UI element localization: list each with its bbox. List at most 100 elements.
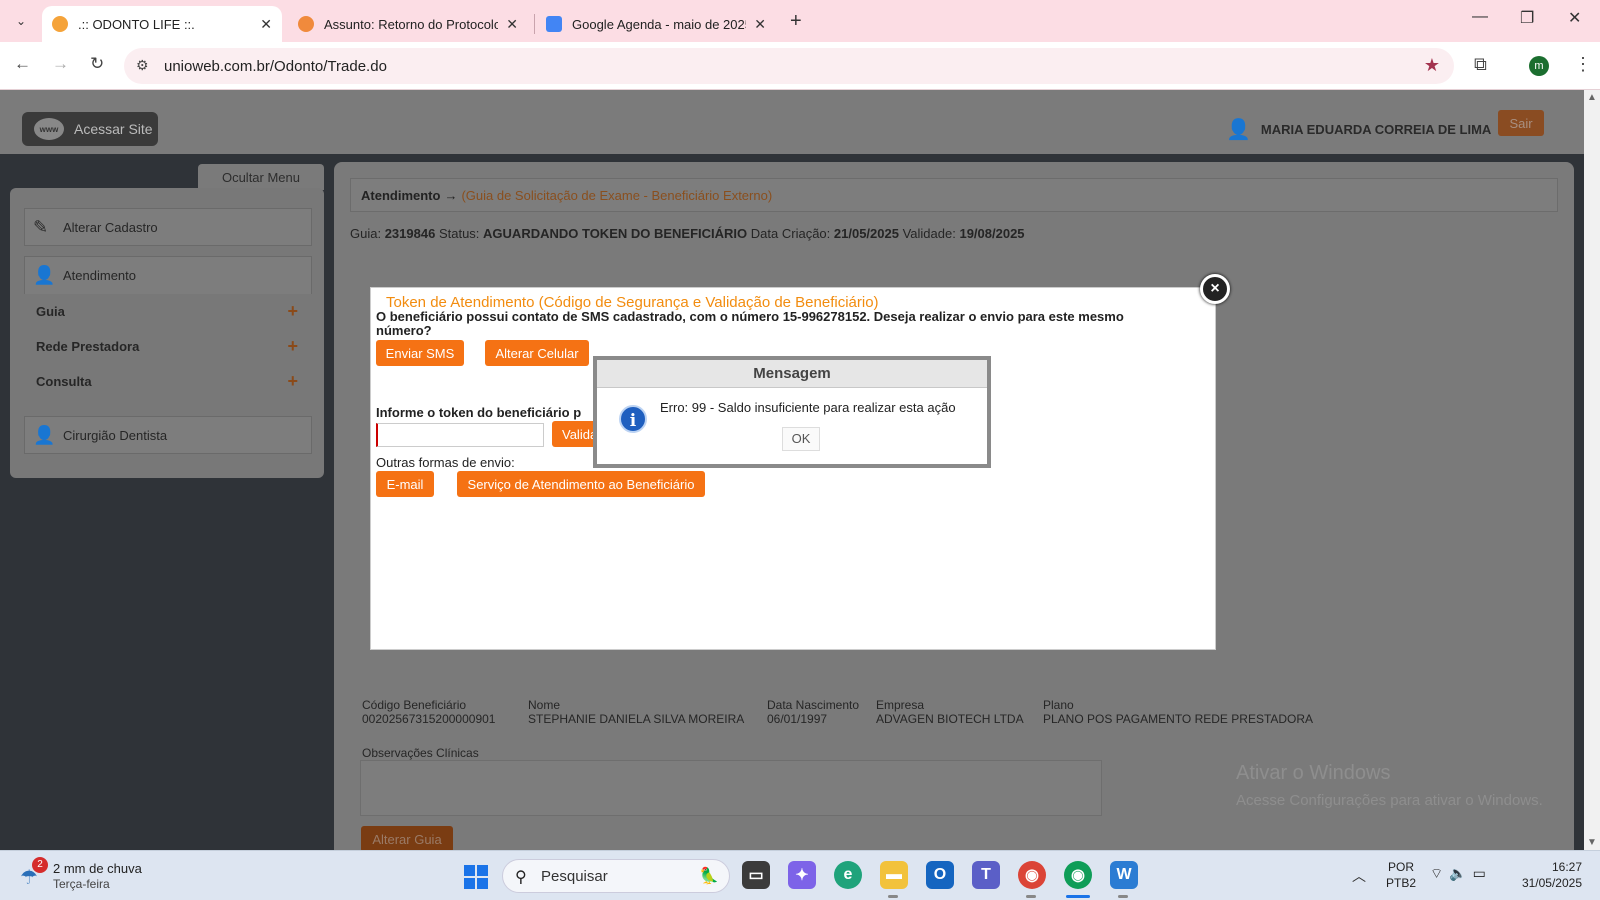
back-arrow-icon[interactable]: ← [14,54,31,74]
extensions-puzzle-icon[interactable]: ⧉ [1474,54,1487,75]
restore-icon[interactable]: ❐ [1520,8,1534,28]
page-viewport: www Acessar Site 👤 MARIA EDUARDA CORREIA… [0,90,1584,850]
expand-plus-icon[interactable]: + [287,371,298,392]
user-name: MARIA EDUARDA CORREIA DE LIMA [1260,121,1492,137]
browser-toolbar: ← → ↻ ⚙ unioweb.com.br/Odonto/Trade.do ★… [0,42,1600,90]
tab-search-chevron-icon[interactable]: ⌄ [8,8,34,34]
acessar-site-button[interactable]: www Acessar Site [22,112,158,146]
clock-time: 16:27 [1551,860,1582,874]
mail-favicon-icon [298,16,314,32]
new-tab-plus-icon[interactable]: + [790,10,802,33]
codigo-value: 00202567315200000901 [362,712,496,726]
validade-label: Validade: [902,226,956,241]
reload-icon[interactable]: ↻ [90,54,104,74]
tab-odonto-life[interactable]: .:: ODONTO LIFE ::. ✕ [42,6,282,42]
obs-label: Observações Clínicas [362,746,479,760]
chrome-profile-icon[interactable]: ◉ [1018,861,1046,889]
site-info-icon[interactable]: ⚙ [136,57,149,74]
nasc-value: 06/01/1997 [767,712,828,726]
alterar-guia-button[interactable]: Alterar Guia [361,826,453,850]
taskbar-running-indicator [888,895,898,898]
tab-google-agenda[interactable]: Google Agenda - maio de 2025 ✕ [536,6,776,42]
chrome-icon[interactable]: ◉ [1064,861,1092,889]
forward-arrow-icon[interactable]: → [52,54,69,74]
sidebar-item-rede-prestadora[interactable]: Rede Prestadora + [24,331,312,361]
language-indicator[interactable]: POR PTB2 [1386,859,1416,891]
clock[interactable]: 16:27 31/05/2025 [1512,859,1582,891]
calendar-favicon-icon [546,16,562,32]
ocultar-menu-button[interactable]: Ocultar Menu [198,164,324,190]
breadcrumb-arrow: → [444,187,458,203]
taskbar-search[interactable]: ⚲ Pesquisar 🦜 [502,859,730,893]
ok-button[interactable]: OK [782,427,820,451]
windows-taskbar: ☂ 2 2 mm de chuva Terça-feira ⚲ Pesquisa… [0,850,1600,900]
weather-line2: Terça-feira [53,877,110,891]
validar-button[interactable]: Valida [552,421,597,447]
clock-date: 31/05/2025 [1521,876,1582,890]
tray-chevron-icon[interactable]: ︿ [1352,866,1366,886]
sidebar-item-label: Rede Prestadora [36,338,140,354]
windows-start-icon[interactable] [464,865,488,889]
sair-button[interactable]: Sair [1498,110,1544,136]
wifi-icon[interactable]: ⌔ [1430,865,1449,881]
sidebar-item-label: Consulta [36,373,92,389]
acessar-site-label: Acessar Site [74,121,153,137]
tab-title: .:: ODONTO LIFE ::. [78,16,195,32]
user-icon: 👤 [33,265,56,285]
empresa-label: Empresa [876,698,925,712]
volume-icon[interactable]: 🔈 [1449,865,1472,881]
window-close-icon[interactable]: ✕ [1568,8,1581,28]
edge-icon[interactable]: e [834,861,862,889]
outlook-icon[interactable]: O [926,861,954,889]
word-icon[interactable]: W [1110,861,1138,889]
file-explorer-icon[interactable]: ▬ [880,861,908,889]
tab-protocolo[interactable]: Assunto: Retorno do Protocolo ✕ [288,6,528,42]
windows-watermark-text: Acesse Configurações para ativar o Windo… [1236,792,1543,809]
sidebar-item-label: Atendimento [63,268,136,283]
token-modal-description: O beneficiário possui contato de SMS cad… [376,309,1124,338]
tab-close-icon[interactable]: ✕ [506,16,518,33]
sidebar-item-atendimento[interactable]: 👤 Atendimento [24,256,312,294]
windows-watermark-title: Ativar o Windows [1236,762,1391,784]
expand-plus-icon[interactable]: + [287,301,298,322]
breadcrumb-sub: (Guia de Solicitação de Exame - Benefici… [461,187,773,203]
page-scrollbar[interactable]: ▲ ▼ [1584,90,1600,850]
battery-icon[interactable]: ▭ [1473,865,1492,881]
tab-close-icon[interactable]: ✕ [754,16,766,33]
copilot-icon[interactable]: ✦ [788,861,816,889]
tab-close-icon[interactable]: ✕ [260,16,272,33]
minimize-icon[interactable]: — [1472,8,1488,26]
expand-plus-icon[interactable]: + [287,336,298,357]
profile-avatar[interactable]: m [1529,56,1549,76]
tab-separator [534,14,535,34]
scroll-up-icon[interactable]: ▲ [1587,92,1597,103]
token-input[interactable] [376,423,544,447]
guia-info: Guia: 2319846 Status: AGUARDANDO TOKEN D… [350,226,1025,241]
alterar-celular-button[interactable]: Alterar Celular [485,340,589,366]
task-view-icon[interactable]: ▭ [742,861,770,889]
address-bar[interactable]: ⚙ unioweb.com.br/Odonto/Trade.do ★ [124,48,1454,84]
search-placeholder: Pesquisar [541,868,608,885]
tray-icons[interactable]: ⌔🔈▭ [1430,865,1492,883]
sidebar-item-guia[interactable]: Guia + [24,296,312,326]
plano-label: Plano [1043,698,1074,712]
observacoes-textarea[interactable] [360,760,1102,816]
enviar-sms-button[interactable]: Enviar SMS [376,340,464,366]
status-value: AGUARDANDO TOKEN DO BENEFICIÁRIO [483,226,748,241]
scroll-down-icon[interactable]: ▼ [1587,837,1597,848]
email-button[interactable]: E-mail [376,471,434,497]
url-text[interactable]: unioweb.com.br/Odonto/Trade.do [164,58,387,75]
breadcrumb: Atendimento → (Guia de Solicitação de Ex… [350,178,1558,212]
chrome-menu-icon[interactable]: ⋮ [1574,54,1592,75]
sidebar-item-consulta[interactable]: Consulta + [24,366,312,396]
bookmark-star-icon[interactable]: ★ [1424,55,1440,76]
modal-close-icon[interactable]: × [1200,274,1230,304]
sidebar-item-alterar-cadastro[interactable]: ✎ Alterar Cadastro [24,208,312,246]
lang-line2: PTB2 [1386,876,1417,890]
sab-button[interactable]: Serviço de Atendimento ao Beneficiário [457,471,705,497]
user-icon: 👤 [1226,118,1251,141]
teams-icon[interactable]: T [972,861,1000,889]
tab-title: Assunto: Retorno do Protocolo [324,16,499,32]
sidebar-item-cirurgiao-dentista[interactable]: 👤 Cirurgião Dentista [24,416,312,454]
sidebar-item-label: Alterar Cadastro [63,219,158,235]
